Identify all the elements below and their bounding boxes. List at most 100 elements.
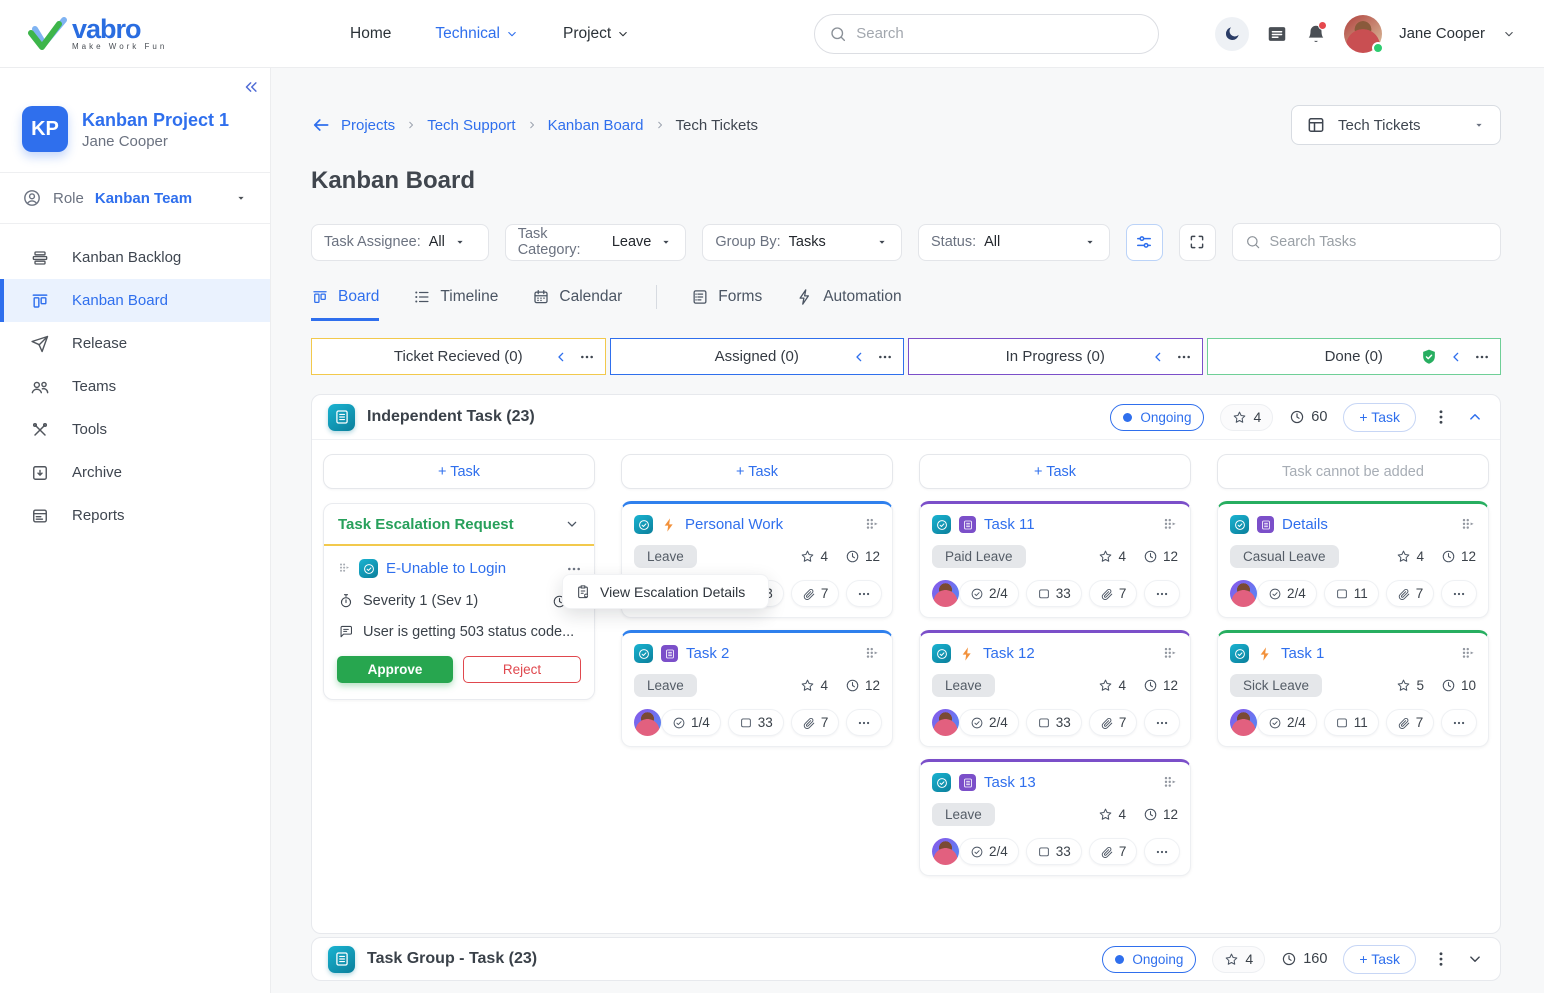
task-card[interactable]: Task 13 Leave 412 2/4 33 7 [919,759,1191,876]
filter-status[interactable]: Status:All [918,224,1110,261]
sidebar-item-kanban-backlog[interactable]: Kanban Backlog [0,236,270,279]
user-avatar[interactable] [1344,15,1382,53]
breadcrumb-projects[interactable]: Projects [341,117,395,134]
role-selector[interactable]: Role Kanban Team [0,173,270,224]
sidebar-item-tools[interactable]: Tools [0,408,270,451]
add-task-button[interactable]: + Task [621,454,893,489]
attachments-pill[interactable]: 7 [1089,709,1138,736]
collapse-column-icon[interactable] [851,349,867,365]
card-title[interactable]: Task 11 [984,516,1035,533]
breadcrumb-tech-support[interactable]: Tech Support [427,117,515,134]
checklist-pill[interactable]: 2/4 [959,838,1019,865]
checklist-pill[interactable]: 2/4 [1257,709,1317,736]
global-search-input[interactable] [856,25,1144,42]
task-card[interactable]: Task 11 Paid Leave 412 2/4 33 7 [919,501,1191,618]
task-card[interactable]: Task 1 Sick Leave 510 2/4 11 7 [1217,630,1489,747]
attachments-pill[interactable]: 7 [1089,838,1138,865]
nav-project[interactable]: Project [563,25,630,43]
collapse-column-icon[interactable] [553,349,569,365]
card-title[interactable]: Task 13 [984,774,1036,791]
column-menu-icon[interactable] [877,349,893,365]
news-button[interactable] [1266,23,1288,45]
comments-pill[interactable]: 33 [1026,838,1082,865]
task-search[interactable] [1232,223,1502,261]
card-menu-pill[interactable] [846,709,882,736]
attachments-pill[interactable]: 7 [791,580,840,607]
comments-pill[interactable]: 11 [1324,580,1379,607]
filter-task-assignee[interactable]: Task Assignee:All [311,224,489,261]
card-menu-pill[interactable] [1144,709,1180,736]
drag-handle-icon[interactable] [862,645,880,663]
filter-group-by[interactable]: Group By:Tasks [702,224,902,261]
checklist-pill[interactable]: 2/4 [959,580,1019,607]
drag-handle-icon[interactable] [1458,645,1476,663]
section-menu-button[interactable] [1432,408,1450,426]
task-card[interactable]: Task 12 Leave 412 2/4 33 7 [919,630,1191,747]
column-menu-icon[interactable] [579,349,595,365]
attachments-pill[interactable]: 7 [1386,709,1435,736]
tab-board[interactable]: Board [311,288,379,321]
filter-task-category[interactable]: Task Category:Leave [505,224,687,261]
add-task-button[interactable]: + Task [323,454,595,489]
task-search-input[interactable] [1270,234,1489,250]
attachments-pill[interactable]: 7 [1089,580,1138,607]
tab-forms[interactable]: Forms [691,288,762,321]
breadcrumb-kanban-board[interactable]: Kanban Board [548,117,644,134]
global-search[interactable] [814,14,1159,54]
add-task-button[interactable]: + Task [919,454,1191,489]
sidebar-item-reports[interactable]: Reports [0,494,270,537]
group-collapse-button[interactable] [564,516,580,532]
card-title[interactable]: Task 2 [686,645,729,662]
user-name[interactable]: Jane Cooper [1399,25,1485,42]
drag-handle-icon[interactable] [1160,645,1178,663]
approve-button[interactable]: Approve [337,656,453,683]
add-task-button[interactable]: + Task [1343,945,1416,974]
card-menu-pill[interactable] [846,580,882,607]
add-task-button[interactable]: + Task [1343,403,1416,432]
checklist-pill[interactable]: 1/4 [661,709,721,736]
drag-handle-icon[interactable] [1160,516,1178,534]
nav-technical[interactable]: Technical [435,25,519,43]
column-menu-icon[interactable] [1176,349,1192,365]
back-arrow-icon[interactable] [311,115,331,135]
nav-home[interactable]: Home [350,25,391,43]
attachments-pill[interactable]: 7 [1386,580,1435,607]
context-menu-view-escalation-details[interactable]: View Escalation Details [562,574,769,609]
comments-pill[interactable]: 33 [1026,709,1082,736]
sidebar-item-release[interactable]: Release [0,322,270,365]
tab-automation[interactable]: Automation [796,288,901,321]
attachments-pill[interactable]: 7 [791,709,840,736]
card-title[interactable]: Task 12 [983,645,1035,662]
sidebar-collapse-button[interactable] [242,78,260,96]
sidebar-item-teams[interactable]: Teams [0,365,270,408]
board-view-selector[interactable]: Tech Tickets [1291,105,1501,145]
vabro-logo[interactable]: vabro Make Work Fun [28,16,280,52]
fullscreen-button[interactable] [1179,224,1216,261]
drag-handle-icon[interactable] [1160,774,1178,792]
comments-pill[interactable]: 11 [1324,709,1379,736]
section-collapse-button[interactable] [1466,408,1484,426]
section-menu-button[interactable] [1432,950,1450,968]
column-menu-icon[interactable] [1474,349,1490,365]
checklist-pill[interactable]: 2/4 [1257,580,1317,607]
section-expand-button[interactable] [1466,950,1484,968]
checklist-pill[interactable]: 2/4 [959,709,1019,736]
tab-timeline[interactable]: Timeline [413,288,498,321]
drag-handle-icon[interactable] [336,561,351,576]
card-title[interactable]: Task 1 [1281,645,1324,662]
sidebar-item-archive[interactable]: Archive [0,451,270,494]
tab-calendar[interactable]: Calendar [532,288,622,321]
advanced-filters-button[interactable] [1126,224,1163,261]
project-header[interactable]: KP Kanban Project 1 Jane Cooper [0,68,270,173]
notifications-button[interactable] [1305,23,1327,45]
reject-button[interactable]: Reject [463,656,581,683]
card-title[interactable]: Details [1282,516,1328,533]
task-card[interactable]: Task 2 Leave 412 1/4 33 7 [621,630,893,747]
drag-handle-icon[interactable] [862,516,880,534]
drag-handle-icon[interactable] [1458,516,1476,534]
collapse-column-icon[interactable] [1448,349,1464,365]
card-menu-pill[interactable] [1144,838,1180,865]
chevron-down-icon[interactable] [1502,27,1516,41]
card-menu-pill[interactable] [1441,580,1477,607]
card-menu-pill[interactable] [1441,709,1477,736]
